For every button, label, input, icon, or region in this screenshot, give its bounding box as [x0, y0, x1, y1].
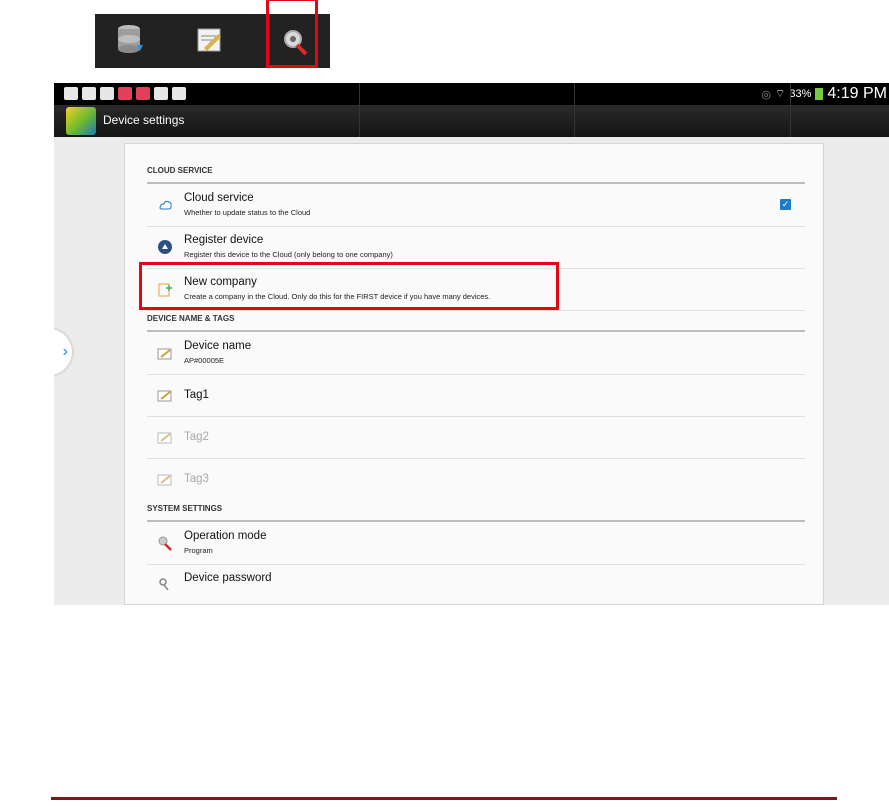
setting-device-name[interactable]: Device name AP#00005E	[147, 333, 805, 375]
eye-icon: ◎	[761, 88, 772, 101]
setting-title: Device name	[184, 340, 252, 352]
edit-icon	[157, 345, 173, 361]
tools-icon	[157, 535, 173, 551]
setting-device-password[interactable]: Device password	[147, 565, 805, 604]
settings-panel: CLOUD SERVICE Cloud service Whether to u…	[124, 143, 824, 605]
notification-icon	[172, 87, 186, 100]
notification-icon	[64, 87, 78, 100]
edit-note-icon[interactable]	[188, 19, 232, 63]
chevron-right-icon: ›	[62, 343, 68, 360]
setting-subtitle: Whether to update status to the Cloud	[184, 208, 311, 217]
action-bar: Device settings	[54, 105, 889, 137]
new-company-highlight-box	[139, 262, 559, 310]
status-right: ◎ ⌔ 33% 4:19 PM	[761, 85, 887, 103]
setting-tag1[interactable]: Tag1	[147, 375, 805, 417]
edit-icon	[157, 429, 173, 445]
divider	[790, 83, 791, 137]
setting-cloud-service[interactable]: Cloud service Whether to update status t…	[147, 185, 805, 227]
setting-title: Device password	[184, 572, 272, 584]
divider	[359, 83, 360, 137]
notification-icons	[64, 87, 186, 100]
section-header-device-name-tags: DEVICE NAME & TAGS	[147, 314, 805, 332]
setting-title: Tag3	[184, 473, 209, 485]
key-icon	[157, 577, 173, 593]
setting-title: Tag2	[184, 431, 209, 443]
image-icon	[82, 87, 96, 100]
tablet-screen: ◎ ⌔ 33% 4:19 PM Device settings › CLOUD …	[54, 83, 889, 605]
upload-cloud-icon	[157, 239, 173, 255]
wifi-icon: ⌔	[775, 88, 786, 100]
status-bar: ◎ ⌔ 33% 4:19 PM	[54, 83, 889, 105]
divider	[574, 83, 575, 137]
page-title: Device settings	[103, 113, 185, 127]
setting-title: Register device	[184, 234, 264, 246]
setting-title: Tag1	[184, 389, 209, 401]
cloud-service-checkbox[interactable]: ✓	[780, 199, 791, 210]
app-logo-icon[interactable]	[66, 107, 96, 135]
edit-icon	[157, 471, 173, 487]
app-icon	[118, 87, 132, 100]
database-icon[interactable]	[107, 19, 151, 63]
section-header-cloud-service: CLOUD SERVICE	[147, 166, 805, 184]
battery-icon	[815, 88, 824, 100]
edit-icon	[157, 387, 173, 403]
toolbar-highlight-box	[266, 0, 318, 68]
clock: 4:19 PM	[827, 85, 887, 102]
section-header-system-settings: SYSTEM SETTINGS	[147, 504, 805, 522]
setting-subtitle: AP#00005E	[184, 356, 225, 365]
setting-title: Operation mode	[184, 530, 267, 542]
setting-title: Cloud service	[184, 192, 254, 204]
shield-icon	[100, 87, 114, 100]
setting-subtitle: Program	[184, 546, 213, 555]
page-footer-rule	[51, 797, 837, 800]
cloud-sync-icon	[157, 197, 173, 213]
setting-subtitle: Register this device to the Cloud (only …	[184, 250, 393, 259]
setting-operation-mode[interactable]: Operation mode Program	[147, 523, 805, 565]
setting-tag2: Tag2	[147, 417, 805, 459]
app-icon	[136, 87, 150, 100]
setting-tag3: Tag3	[147, 459, 805, 500]
drawer-handle[interactable]: ›	[54, 329, 72, 375]
usb-icon	[154, 87, 168, 100]
battery-percent: 33%	[789, 88, 812, 100]
